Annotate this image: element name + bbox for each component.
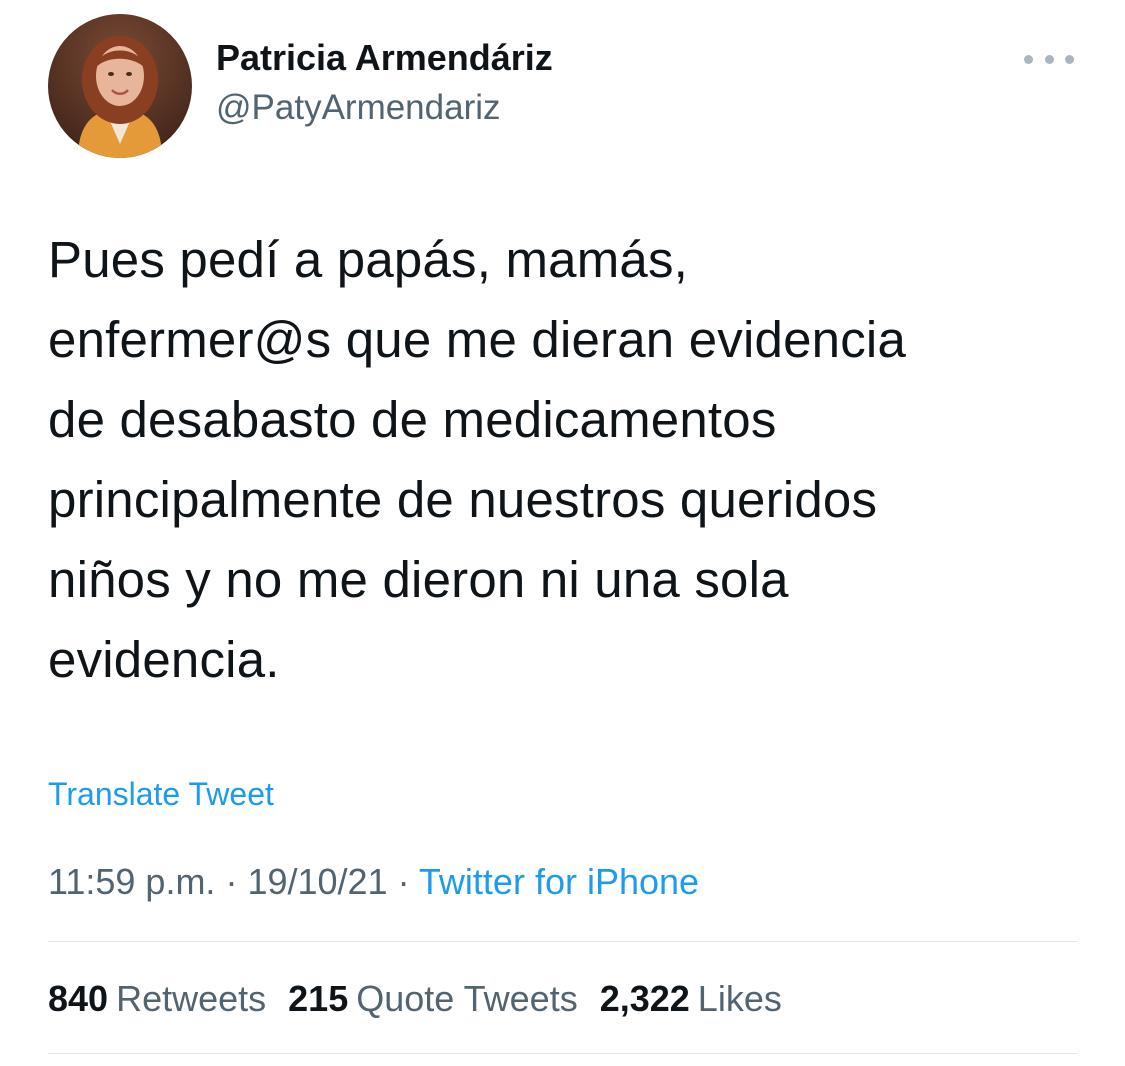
retweets-label: Retweets [116, 978, 267, 1019]
quote-tweets-stat[interactable]: 215 Quote Tweets [288, 976, 578, 1022]
likes-stat[interactable]: 2,322 Likes [600, 976, 782, 1022]
retweets-stat[interactable]: 840 Retweets [48, 976, 266, 1022]
more-dot [1065, 54, 1074, 64]
more-dot [1024, 54, 1033, 64]
tweet-stats: 840 Retweets 215 Quote Tweets 2,322 Likes [48, 976, 804, 1022]
author-handle[interactable]: @PatyArmendariz [216, 86, 501, 130]
likes-count: 2,322 [599, 978, 690, 1019]
tweet: Patricia Armendáriz @PatyArmendariz Pues… [0, 0, 1125, 1066]
divider [48, 1053, 1077, 1054]
more-dot [1044, 54, 1054, 64]
tweet-date[interactable]: 19/10/21 [247, 861, 387, 902]
likes-label: Likes [697, 978, 782, 1019]
divider [48, 941, 1077, 942]
retweets-count: 840 [48, 978, 109, 1019]
avatar[interactable] [48, 14, 192, 158]
quote-tweets-label: Quote Tweets [356, 978, 578, 1019]
avatar-photo [48, 14, 192, 158]
author-name[interactable]: Patricia Armendáriz [216, 36, 553, 80]
tweet-source-link[interactable]: Twitter for iPhone [419, 861, 699, 902]
quote-tweets-count: 215 [288, 978, 349, 1019]
meta-separator: · [215, 861, 248, 902]
tweet-time[interactable]: 11:59 p.m. [48, 861, 215, 902]
translate-tweet-link[interactable]: Translate Tweet [48, 774, 274, 814]
more-options-icon[interactable] [1024, 44, 1074, 74]
meta-separator: · [387, 861, 419, 902]
tweet-text: Pues pedí a papás, mamás, enfermer@s que… [48, 231, 907, 688]
tweet-meta: 11:59 p.m. · 19/10/21 · Twitter for iPho… [48, 860, 699, 904]
